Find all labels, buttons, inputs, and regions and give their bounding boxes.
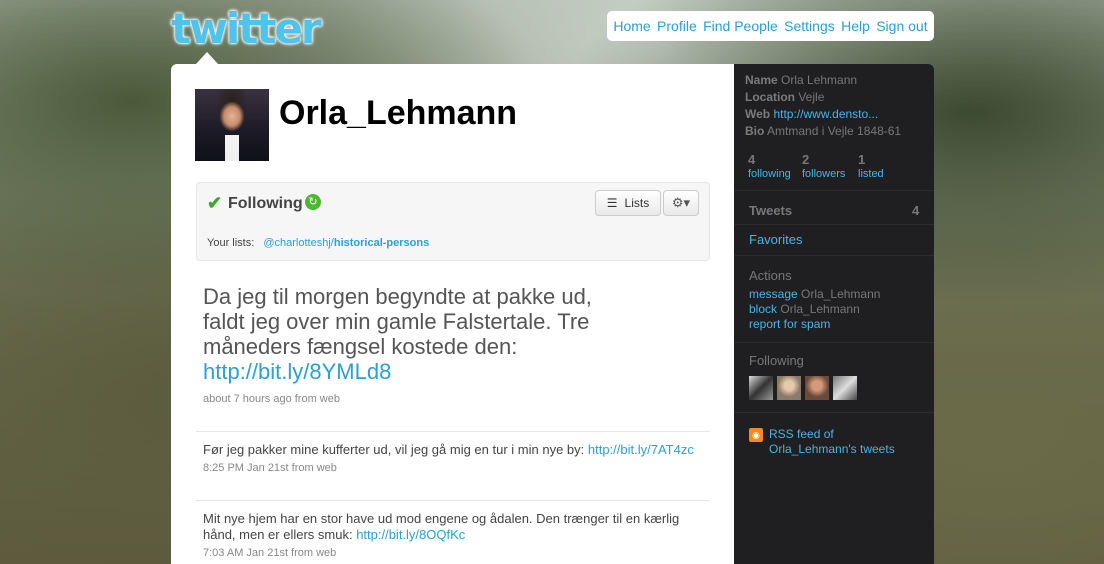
divider <box>734 224 934 225</box>
rss-icon[interactable]: ◉ <box>749 428 763 442</box>
divider <box>734 412 934 413</box>
name-label: Name <box>745 73 778 87</box>
nav-profile[interactable]: Profile <box>657 18 697 34</box>
location-value: Vejle <box>798 90 825 104</box>
actions-title: Actions <box>749 268 792 283</box>
sidebar: Name Orla Lehmann Location Vejle Web htt… <box>734 64 934 564</box>
nav-home[interactable]: Home <box>613 18 650 34</box>
profile-avatar[interactable] <box>195 89 269 161</box>
main-content: Orla_Lehmann ✔ Following ↻ ☰ Lists ⚙▾ Yo… <box>171 64 734 564</box>
profile-web-line: Web http://www.densto... <box>745 106 878 123</box>
nav-settings[interactable]: Settings <box>784 18 835 34</box>
message-link[interactable]: message <box>749 287 798 301</box>
report-spam-link[interactable]: report for spam <box>749 317 830 331</box>
nav-help[interactable]: Help <box>841 18 870 34</box>
tweet-body: Før jeg pakker mine kufferter ud, vil je… <box>203 442 703 458</box>
content-pointer <box>196 52 218 64</box>
refresh-icon[interactable]: ↻ <box>305 194 321 210</box>
your-lists: Your lists: @charlotteshj/historical-per… <box>207 237 429 249</box>
tweet-link[interactable]: http://bit.ly/7AT4zc <box>588 442 694 457</box>
top-navigation: Home Profile Find People Settings Help S… <box>607 11 934 41</box>
stat-label: followers <box>802 168 846 180</box>
latest-tweet-link[interactable]: http://bit.ly/8YMLd8 <box>203 359 391 384</box>
tweets-count: 4 <box>912 203 920 218</box>
divider <box>734 190 934 191</box>
stat-label: listed <box>858 168 884 180</box>
action-block: block Orla_Lehmann <box>749 302 860 316</box>
favorites-link[interactable]: Favorites <box>749 232 802 247</box>
tweet-body: Mit nye hjem har en stor have ud mod eng… <box>203 511 703 543</box>
lists-button[interactable]: ☰ Lists <box>595 190 661 216</box>
web-label: Web <box>745 107 771 121</box>
tweets-tab[interactable]: Tweets <box>749 203 792 218</box>
stat-count: 2 <box>802 152 810 167</box>
latest-tweet-text: Da jeg til morgen begyndte at pakke ud, … <box>203 284 592 359</box>
tweet-text: Før jeg pakker mine kufferter ud, vil je… <box>203 442 588 457</box>
latest-tweet-meta[interactable]: about 7 hours ago from web <box>203 393 340 405</box>
your-lists-label: Your lists: <box>207 237 255 249</box>
list-owner: @charlotteshj/ <box>263 237 334 249</box>
profile-location-line: Location Vejle <box>745 89 824 106</box>
stat-following[interactable]: 4 following <box>748 152 791 180</box>
following-status: Following <box>228 195 303 212</box>
web-link[interactable]: http://www.densto... <box>773 107 878 121</box>
following-title: Following <box>749 353 804 368</box>
following-avatar[interactable] <box>777 376 801 400</box>
tweet-meta[interactable]: 8:25 PM Jan 21st from web <box>203 462 703 474</box>
block-target: Orla_Lehmann <box>780 302 860 316</box>
divider <box>734 342 934 343</box>
tweet-item: Før jeg pakker mine kufferter ud, vil je… <box>196 431 710 474</box>
follow-controls: ✔ Following ↻ ☰ Lists ⚙▾ Your lists: @ch… <box>196 182 710 261</box>
rss-feed-link[interactable]: RSS feed of Orla_Lehmann's tweets <box>769 427 895 457</box>
following-avatar[interactable] <box>805 376 829 400</box>
rss-line-1: RSS feed of <box>769 427 834 441</box>
gear-icon: ⚙▾ <box>671 195 691 210</box>
message-target: Orla_Lehmann <box>801 287 881 301</box>
stat-count: 1 <box>858 152 866 167</box>
list-icon: ☰ <box>606 196 618 210</box>
rss-line-2: Orla_Lehmann's tweets <box>769 442 895 456</box>
latest-tweet: Da jeg til morgen begyndte at pakke ud, … <box>203 284 623 384</box>
stat-label: following <box>748 168 791 180</box>
nav-sign-out[interactable]: Sign out <box>876 18 927 34</box>
actions-menu-button[interactable]: ⚙▾ <box>663 190 699 216</box>
location-label: Location <box>745 90 795 104</box>
profile-screen-name: Orla_Lehmann <box>279 94 518 132</box>
lists-button-label: Lists <box>624 196 650 210</box>
bio-label: Bio <box>745 124 765 138</box>
twitter-logo[interactable]: twitter <box>171 4 322 53</box>
tweet-item: Mit nye hjem har en stor have ud mod eng… <box>196 500 710 559</box>
profile-bio-line: Bio Amtmand i Vejle 1848-61 <box>745 123 901 140</box>
stat-listed[interactable]: 1 listed <box>858 152 884 180</box>
action-message: message Orla_Lehmann <box>749 287 880 301</box>
following-avatars <box>749 376 857 400</box>
stat-count: 4 <box>748 152 756 167</box>
profile-name-line: Name Orla Lehmann <box>745 72 857 89</box>
check-icon: ✔ <box>207 193 223 213</box>
block-link[interactable]: block <box>749 302 777 316</box>
following-avatar[interactable] <box>833 376 857 400</box>
list-link[interactable]: @charlotteshj/historical-persons <box>263 237 429 249</box>
stat-followers[interactable]: 2 followers <box>802 152 845 180</box>
tweet-meta[interactable]: 7:03 AM Jan 21st from web <box>203 547 703 559</box>
divider <box>734 255 934 256</box>
list-name: historical-persons <box>333 237 430 249</box>
avatar-shirt <box>225 135 239 161</box>
bio-value: Amtmand i Vejle 1848-61 <box>767 124 902 138</box>
nav-find-people[interactable]: Find People <box>703 18 778 34</box>
following-avatar[interactable] <box>749 376 773 400</box>
tweet-link[interactable]: http://bit.ly/8OQfKc <box>356 527 465 542</box>
name-value: Orla Lehmann <box>781 73 858 87</box>
